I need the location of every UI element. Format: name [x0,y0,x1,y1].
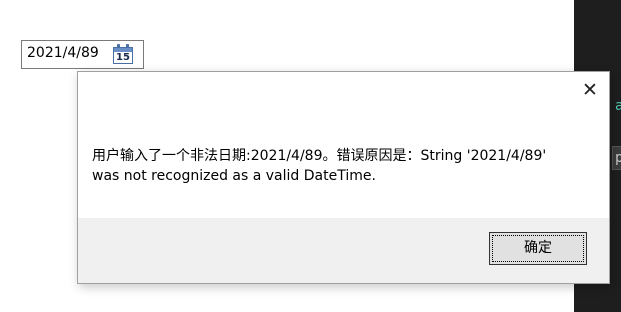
dialog-footer: 确定 [78,218,609,283]
message-box: ✕ 用户输入了一个非法日期:2021/4/89。错误原因是：String '20… [77,71,610,284]
ok-button[interactable]: 确定 [489,232,587,265]
date-picker[interactable]: 2021/4/89 15 [21,40,144,69]
editor-code-fragment-boxed: p [612,146,621,170]
close-icon[interactable]: ✕ [577,78,603,102]
error-message: 用户输入了一个非法日期:2021/4/89。错误原因是：String '2021… [92,148,547,184]
calendar-day-number: 15 [116,52,130,63]
date-input-value[interactable]: 2021/4/89 [27,45,99,61]
calendar-body: 15 [113,47,133,64]
editor-code-fragment: at [615,98,621,114]
calendar-icon[interactable]: 15 [113,44,135,65]
